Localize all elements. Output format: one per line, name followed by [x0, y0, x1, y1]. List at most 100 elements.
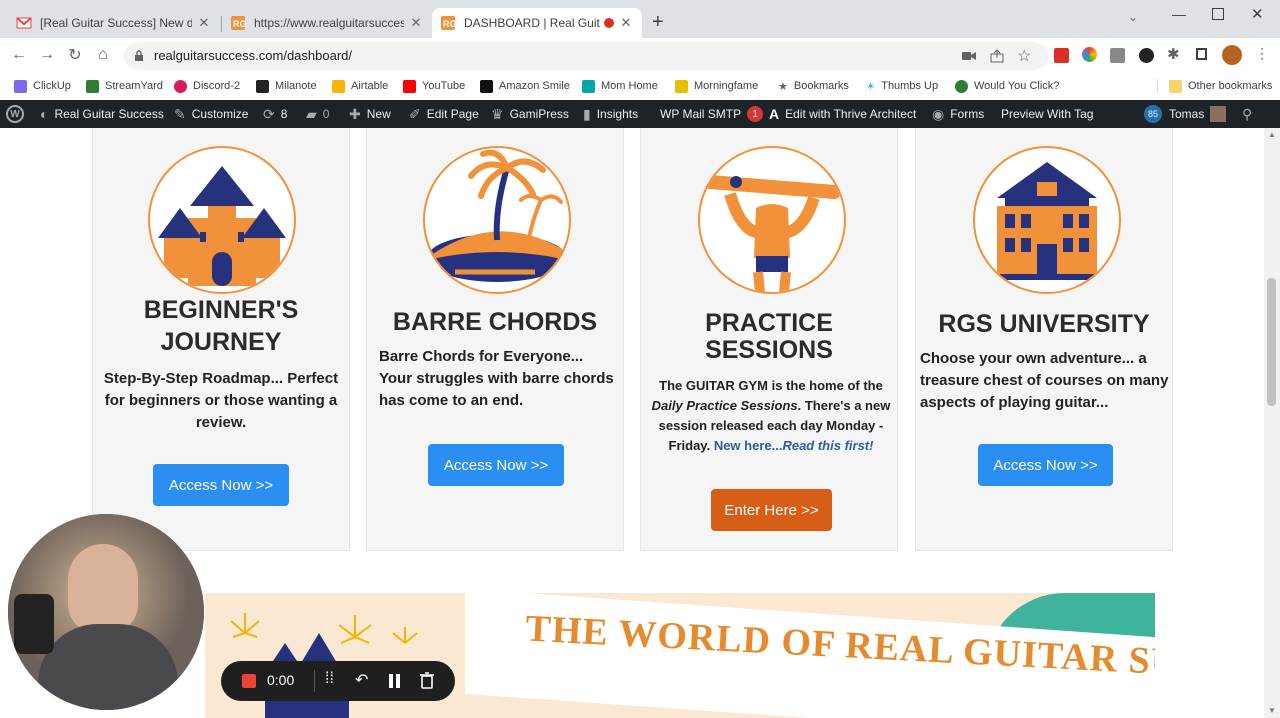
tab-dashboard[interactable]: RG DASHBOARD | Real Guitar Su ✕	[432, 8, 642, 38]
card-practice-sessions: PRACTICE SESSIONS The GUITAR GYM is the …	[640, 128, 898, 551]
side-panel-icon[interactable]	[1196, 48, 1207, 60]
stop-recording-icon[interactable]	[242, 674, 256, 688]
close-tab-icon[interactable]: ✕	[618, 15, 634, 31]
share-icon[interactable]	[990, 49, 1004, 63]
wp-preview-with-tag[interactable]: Preview With Tag	[1001, 100, 1093, 128]
back-arrow-icon[interactable]: ←	[8, 44, 30, 66]
wp-updates[interactable]: ⟳ 8	[263, 100, 287, 128]
user-points-badge: 85	[1144, 105, 1162, 123]
bookmark-streamyard[interactable]: StreamYard	[86, 77, 163, 95]
bookmark-thumbs-up[interactable]: ✶ Thumbs Up	[866, 77, 938, 95]
wp-new[interactable]: ✚ New	[349, 100, 391, 128]
access-now-button[interactable]: Access Now >>	[428, 444, 564, 486]
thumbs-up-icon: ✶	[866, 80, 876, 93]
tab-title: https://www.realguitarsuccess.co	[254, 16, 404, 30]
webcam-bubble[interactable]	[8, 514, 204, 710]
tab-gmail[interactable]: [Real Guitar Success] New discus ✕	[8, 8, 220, 38]
tab-search-chevron-icon[interactable]: ⌄	[1128, 10, 1138, 24]
scroll-up-arrow-icon[interactable]: ▲	[1268, 130, 1276, 139]
wp-edit-page[interactable]: ✐ Edit Page	[409, 100, 479, 128]
scroll-down-arrow-icon[interactable]: ▼	[1268, 706, 1276, 715]
gamipress-label: GamiPress	[509, 107, 569, 121]
reload-icon[interactable]: ↻	[64, 44, 86, 66]
wp-customize[interactable]: ✎ Customize	[174, 100, 248, 128]
svg-text:RG: RG	[443, 19, 456, 29]
extension-gray-icon[interactable]	[1110, 48, 1125, 63]
page-scrollbar[interactable]: ▲ ▼	[1264, 128, 1280, 718]
recording-timer: 0:00	[267, 672, 295, 688]
access-now-button[interactable]: Access Now >>	[978, 444, 1113, 486]
extension-color-icon[interactable]	[1082, 47, 1097, 62]
bookmark-youtube[interactable]: YouTube	[403, 77, 465, 95]
bookmark-clickup[interactable]: ClickUp	[14, 77, 71, 95]
pencil-icon: ✐	[409, 105, 421, 122]
extensions-puzzle-icon[interactable]: ✱	[1167, 45, 1180, 63]
forward-arrow-icon[interactable]: →	[36, 44, 58, 66]
scrollbar-thumb[interactable]	[1267, 278, 1276, 406]
bookmark-airtable[interactable]: Airtable	[332, 77, 388, 95]
wp-comments[interactable]: ▰ 0	[306, 100, 329, 128]
bookmark-star-icon[interactable]: ☆	[1017, 46, 1031, 66]
brush-icon: ✎	[174, 105, 186, 122]
pause-icon[interactable]	[389, 674, 393, 688]
menu-kebab-icon[interactable]: ⋮	[1255, 45, 1269, 62]
new-tab-button[interactable]: +	[652, 12, 664, 32]
grid-drag-icon[interactable]: ⁞⁞	[325, 670, 334, 688]
camera-icon[interactable]	[962, 50, 976, 62]
updates-icon: ⟳	[263, 105, 275, 122]
new-label: New	[366, 107, 391, 121]
strongman-guitar-icon	[698, 146, 846, 294]
address-bar[interactable]: realguitarsuccess.com/dashboard/ ☆	[124, 42, 1048, 70]
tab-rgs-url[interactable]: RG https://www.realguitarsuccess.co ✕	[222, 8, 432, 38]
enter-here-button[interactable]: Enter Here >>	[711, 489, 832, 531]
bookmark-would-you-click[interactable]: Would You Click?	[955, 77, 1059, 95]
mail-smtp-label: WP Mail SMTP	[660, 107, 742, 121]
url-text: realguitarsuccess.com/dashboard/	[154, 48, 352, 63]
customize-label: Customize	[191, 107, 249, 121]
extension-dark-icon[interactable]	[1139, 48, 1154, 63]
home-icon[interactable]: ⌂	[92, 44, 114, 66]
bookmark-discord[interactable]: Discord-2	[174, 77, 240, 95]
recording-indicator-icon	[604, 18, 614, 28]
close-window-icon[interactable]: ✕	[1251, 5, 1264, 23]
wp-user-menu[interactable]: 85 Tomas	[1144, 100, 1227, 128]
card-description: Step-By-Step Roadmap... Perfect for begi…	[103, 370, 339, 431]
undo-icon[interactable]: ↶	[355, 670, 368, 690]
bookmark-label: Airtable	[351, 80, 389, 92]
maximize-icon[interactable]	[1212, 8, 1224, 20]
wp-thrive-architect[interactable]: A Edit with Thrive Architect	[769, 100, 916, 128]
svg-text:RG: RG	[233, 19, 246, 29]
other-bookmarks[interactable]: Other bookmarks	[1169, 77, 1272, 95]
wp-forms[interactable]: ◉ Forms	[932, 100, 984, 128]
bookmark-divider	[1157, 79, 1158, 93]
wp-insights[interactable]: ▮ Insights	[583, 100, 638, 128]
wp-gamipress[interactable]: ♛ GamiPress	[491, 100, 569, 128]
dashboard-gauge-icon: ◐	[40, 106, 49, 122]
access-now-button[interactable]: Access Now >>	[153, 464, 289, 506]
thrive-label: Edit with Thrive Architect	[785, 107, 917, 121]
bookmark-milanote[interactable]: Milanote	[256, 77, 317, 95]
wp-mail-smtp[interactable]: WP Mail SMTP 1	[660, 100, 764, 128]
wordpress-logo-icon[interactable]: W	[6, 100, 24, 128]
card-title: SESSIONS	[705, 336, 833, 364]
bookmark-mom-home[interactable]: Mom Home	[582, 77, 658, 95]
profile-avatar[interactable]	[1222, 45, 1242, 65]
minimize-icon[interactable]: —	[1172, 6, 1186, 22]
card-title: RGS UNIVERSITY	[938, 310, 1150, 338]
close-tab-icon[interactable]: ✕	[196, 15, 212, 31]
bookmark-bookmarks[interactable]: ★ Bookmarks	[778, 77, 849, 95]
bookmark-amazon[interactable]: Amazon Smile	[480, 77, 570, 95]
morningfame-icon	[675, 79, 688, 93]
plus-icon: ✚	[349, 105, 361, 122]
recorder-controls: 0:00 ⁞⁞ ↶	[221, 661, 455, 701]
bookmark-morningfame[interactable]: Morningfame	[675, 77, 758, 95]
amazon-icon	[480, 79, 493, 93]
extension-red-icon[interactable]	[1054, 48, 1069, 63]
read-this-first-link[interactable]: New here...Read this first!	[714, 438, 874, 453]
wp-site-name[interactable]: ◐ Real Guitar Success	[40, 100, 164, 128]
wp-search-icon[interactable]: ⚲	[1242, 100, 1252, 128]
bookmark-label: YouTube	[422, 80, 466, 92]
forms-label: Forms	[950, 107, 985, 121]
close-tab-icon[interactable]: ✕	[408, 15, 424, 31]
trash-icon[interactable]	[420, 672, 434, 689]
